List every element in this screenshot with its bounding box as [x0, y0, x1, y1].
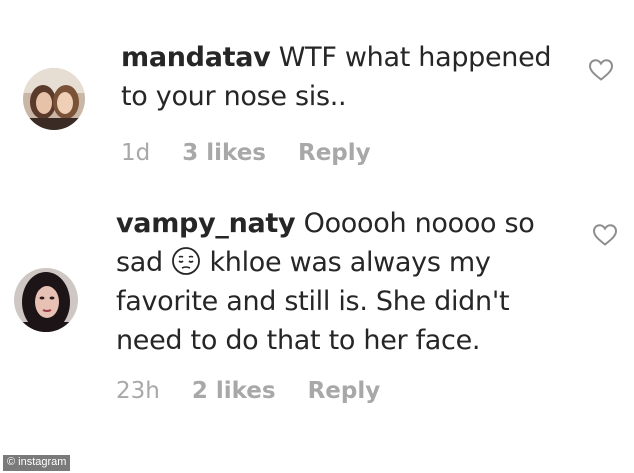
avatar[interactable]: [23, 68, 85, 130]
comment-text: vampy_naty Oooooh noooo so sad khloe was…: [116, 204, 576, 360]
comment-item: mandatav WTF what happened to your nose …: [0, 0, 634, 190]
comment-meta: 23h 2 likes Reply: [116, 378, 380, 404]
comment-username[interactable]: vampy_naty: [116, 208, 296, 239]
comment-text: mandatav WTF what happened to your nose …: [121, 38, 571, 116]
comment-likes[interactable]: 2 likes: [192, 378, 276, 404]
comment-time[interactable]: 1d: [121, 140, 150, 166]
avatar[interactable]: [14, 268, 78, 332]
comment-likes[interactable]: 3 likes: [182, 140, 266, 166]
comment-meta: 1d 3 likes Reply: [121, 140, 371, 166]
like-heart-icon[interactable]: [588, 58, 614, 82]
profile-photo-icon: [14, 268, 78, 332]
pensive-face-icon: [171, 246, 201, 276]
comment-item: vampy_naty Oooooh noooo so sad khloe was…: [0, 190, 634, 430]
comment-username[interactable]: mandatav: [121, 42, 271, 73]
reply-button[interactable]: Reply: [298, 140, 371, 166]
like-heart-icon[interactable]: [592, 223, 618, 247]
comment-time[interactable]: 23h: [116, 378, 160, 404]
reply-button[interactable]: Reply: [308, 378, 381, 404]
watermark-label: © instagram: [3, 455, 71, 471]
profile-photo-icon: [23, 68, 85, 130]
